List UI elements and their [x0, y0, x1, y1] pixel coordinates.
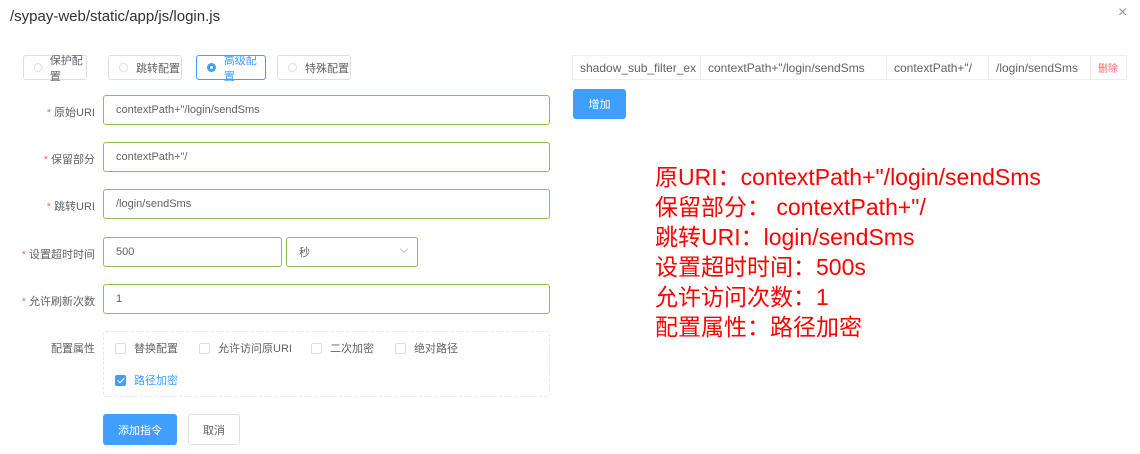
- add-button[interactable]: 增加: [573, 89, 626, 119]
- rule-table-row: shadow_sub_filter_ex contextPath+"/login…: [572, 55, 1127, 80]
- checkbox-label: 允许访问原URI: [218, 343, 292, 355]
- annotation-line: 设置超时时间：500s: [655, 254, 866, 280]
- checkbox-path-encrypt[interactable]: 路径加密: [115, 372, 178, 388]
- radio-protect-config[interactable]: 保护配置: [23, 55, 87, 83]
- refresh-count-label: * 允许刷新次数: [21, 296, 95, 308]
- table-cell: /login/sendSms: [989, 56, 1091, 79]
- annotation-line: 原URI：contextPath+"/login/sendSms: [655, 164, 1041, 190]
- dialog-title: /sypay-web/static/app/js/login.js: [10, 8, 221, 25]
- radio-dot-icon: [119, 63, 128, 72]
- checkbox-icon: [311, 342, 322, 354]
- table-cell: contextPath+"/: [887, 56, 989, 79]
- radio-dot-icon: [288, 63, 297, 72]
- table-cell: contextPath+"/login/sendSms: [701, 56, 887, 79]
- timeout-unit-select[interactable]: 秒: [286, 237, 418, 267]
- refresh-count-input[interactable]: 1: [103, 284, 550, 314]
- radio-label: 特殊配置: [305, 62, 349, 75]
- checkbox-checked-icon: [115, 374, 126, 386]
- timeout-label: * 设置超时时间: [21, 249, 95, 261]
- radio-redirect-config[interactable]: 跳转配置: [108, 55, 182, 80]
- close-icon[interactable]: ×: [1118, 4, 1127, 22]
- checkbox-absolute-path[interactable]: 绝对路径: [395, 340, 458, 356]
- keep-part-input[interactable]: contextPath+"/: [103, 142, 550, 172]
- radio-special-config[interactable]: 特殊配置: [277, 55, 351, 80]
- annotation-line: 保留部分： contextPath+"/: [655, 194, 926, 220]
- annotation-notes: 原URI：contextPath+"/login/sendSms 保留部分： c…: [655, 162, 1041, 342]
- delete-link[interactable]: 删除: [1091, 56, 1126, 79]
- checkbox-icon: [199, 342, 210, 354]
- annotation-line: 配置属性：路径加密: [655, 314, 862, 340]
- checkbox-icon: [395, 342, 406, 354]
- add-command-button[interactable]: 添加指令: [103, 414, 177, 445]
- chevron-down-icon: [399, 244, 409, 254]
- annotation-line: 跳转URI：login/sendSms: [655, 224, 915, 250]
- radio-label: 跳转配置: [136, 62, 180, 75]
- checkbox-double-encrypt[interactable]: 二次加密: [311, 340, 374, 356]
- checkbox-allow-original-uri[interactable]: 允许访问原URI: [199, 340, 292, 356]
- redirect-uri-input[interactable]: /login/sendSms: [103, 189, 550, 219]
- table-cell: shadow_sub_filter_ex: [573, 56, 701, 79]
- radio-dot-icon: [34, 63, 42, 72]
- checkbox-icon: [115, 342, 126, 354]
- checkbox-replace-config[interactable]: 替换配置: [115, 340, 178, 356]
- annotation-line: 允许访问次数：1: [655, 284, 829, 310]
- cancel-button[interactable]: 取消: [188, 414, 240, 445]
- original-uri-input[interactable]: contextPath+"/login/sendSms: [103, 95, 550, 125]
- radio-advanced-config[interactable]: 高级配置: [196, 55, 266, 83]
- redirect-uri-label: * 跳转URI: [46, 201, 95, 213]
- attributes-label: 配置属性: [51, 343, 95, 355]
- timeout-input[interactable]: 500: [103, 237, 282, 267]
- timeout-unit-value: 秒: [299, 247, 310, 259]
- original-uri-label: * 原始URI: [46, 107, 95, 119]
- radio-label: 高级配置: [223, 54, 257, 83]
- checkbox-label: 绝对路径: [414, 343, 458, 355]
- radio-label: 保护配置: [49, 54, 83, 83]
- checkbox-label: 替换配置: [134, 343, 178, 355]
- checkbox-label: 二次加密: [330, 343, 374, 355]
- keep-part-label: * 保留部分: [43, 154, 95, 166]
- checkbox-label: 路径加密: [134, 375, 178, 387]
- radio-dot-icon: [207, 63, 216, 72]
